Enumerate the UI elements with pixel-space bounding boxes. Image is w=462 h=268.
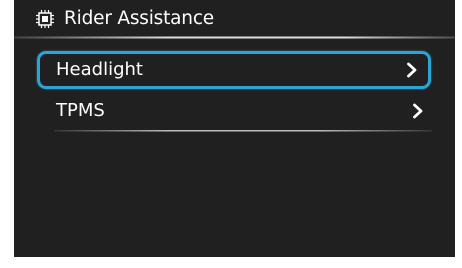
header: Rider Assistance	[14, 0, 455, 36]
chip-icon	[36, 10, 54, 28]
page-title: Rider Assistance	[64, 8, 214, 29]
menu-item-label: Headlight	[56, 59, 143, 80]
display-screen: Rider Assistance Headlight TPMS	[14, 0, 455, 257]
chevron-right-icon	[407, 62, 417, 78]
header-divider	[14, 36, 455, 39]
menu-item-label: TPMS	[56, 100, 105, 121]
list-divider	[54, 130, 432, 132]
menu-item-headlight[interactable]: Headlight	[37, 51, 431, 89]
menu-item-tpms[interactable]: TPMS	[37, 95, 431, 133]
chevron-right-icon	[413, 103, 423, 119]
